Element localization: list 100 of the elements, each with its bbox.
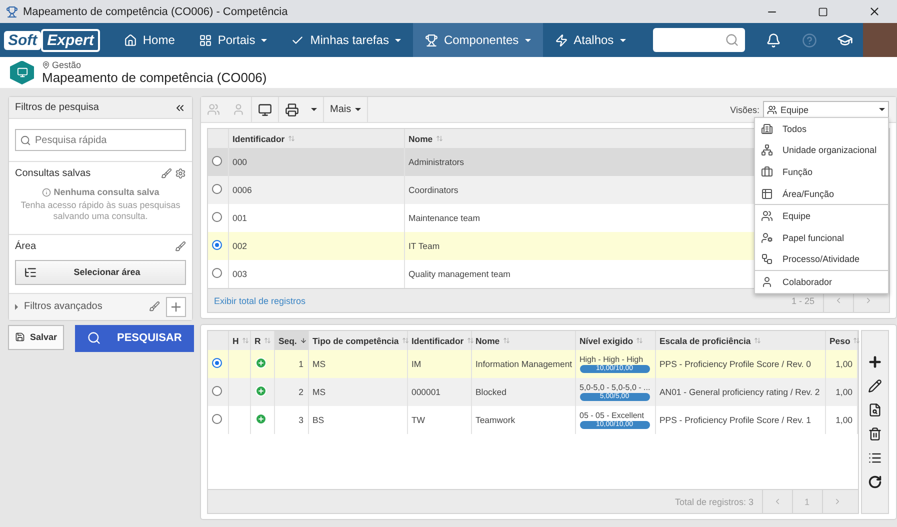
page-range: 1 - 25 <box>790 296 816 306</box>
maximize-icon[interactable] <box>818 6 828 16</box>
column-header[interactable]: Identificador <box>232 134 285 144</box>
search-icon <box>725 33 739 47</box>
building-icon <box>760 122 772 135</box>
menu-item[interactable]: Função <box>782 166 813 177</box>
brush-icon[interactable] <box>149 301 160 312</box>
add-circle-icon[interactable] <box>254 357 266 369</box>
brush-icon[interactable] <box>175 240 186 252</box>
menu-item[interactable]: Unidade organizacional <box>782 145 877 156</box>
table-cell: 1,00 <box>825 406 857 434</box>
table-icon <box>760 188 772 200</box>
users-icon <box>766 104 776 114</box>
radio-button[interactable] <box>212 414 222 424</box>
radio-button[interactable] <box>212 212 222 222</box>
caret-icon <box>878 108 884 111</box>
nav-item[interactable]: Atalhos <box>542 23 638 57</box>
caret-icon <box>261 38 268 42</box>
workflow-icon <box>760 253 772 266</box>
caret-icon[interactable] <box>311 108 317 111</box>
menu-item[interactable]: Colaborador <box>782 276 832 287</box>
brush-icon[interactable] <box>161 168 172 179</box>
views-label: Visões: <box>730 104 760 114</box>
search-icon <box>87 331 101 346</box>
empty-title: Nenhuma consulta salva <box>54 187 160 197</box>
menu-item[interactable]: Área/Função <box>782 188 834 199</box>
views-select[interactable]: Equipe <box>762 101 888 118</box>
pin-icon <box>42 61 50 69</box>
add-circle-icon[interactable] <box>254 385 266 397</box>
radio-button[interactable] <box>212 358 222 368</box>
radio-button[interactable] <box>212 268 222 278</box>
delete-icon[interactable] <box>868 427 882 441</box>
users-icon <box>760 210 772 222</box>
expand-icon[interactable] <box>15 304 18 310</box>
column-header[interactable]: Escala de proficiência <box>655 331 825 350</box>
menu-item[interactable]: Todos <box>782 124 807 134</box>
table-cell: 3 <box>274 406 308 434</box>
lightning-icon <box>554 34 568 46</box>
table-cell: Teamwork <box>471 406 575 434</box>
logo[interactable]: Soft Expert <box>4 23 100 57</box>
list-icon[interactable] <box>868 451 882 465</box>
column-header[interactable]: Identificador <box>407 331 471 350</box>
total-records: Total de registros: 3 <box>674 496 754 506</box>
column-header[interactable]: Tipo de competência <box>308 331 407 350</box>
file-search-icon[interactable] <box>868 403 882 417</box>
more-menu[interactable]: Mais <box>324 97 368 122</box>
column-header[interactable]: H <box>228 331 250 350</box>
panel-title: Filtros de pesquisa <box>15 102 99 113</box>
menu-item[interactable]: Papel funcional <box>782 232 844 243</box>
edit-icon[interactable] <box>868 379 882 393</box>
search-icon <box>20 134 31 146</box>
save-button[interactable]: Salvar <box>8 324 64 350</box>
graduation-cap-icon[interactable] <box>837 32 853 48</box>
breadcrumb[interactable]: Gestão <box>52 60 82 70</box>
add-icon[interactable] <box>866 354 882 370</box>
section-title: Consultas salvas <box>15 168 91 179</box>
sort-down-icon[interactable] <box>300 337 307 344</box>
radio-button[interactable] <box>212 386 222 396</box>
window-title: Mapeamento de competência (CO006) - Competência <box>23 6 289 18</box>
checkmark-icon <box>291 34 304 46</box>
search-field[interactable] <box>653 28 745 52</box>
column-header[interactable]: Nome <box>471 331 575 350</box>
column-header[interactable]: R <box>250 331 274 350</box>
home-icon <box>124 34 137 46</box>
search-button[interactable]: PESQUISAR <box>75 324 194 352</box>
bell-icon[interactable] <box>766 32 780 48</box>
print-icon[interactable] <box>285 102 299 116</box>
radio-button[interactable] <box>212 184 222 194</box>
radio-button[interactable] <box>212 240 222 250</box>
radio-button[interactable] <box>212 156 222 166</box>
column-header[interactable]: Seq. <box>274 331 308 350</box>
add-button[interactable] <box>166 296 186 317</box>
caret-icon <box>524 38 531 42</box>
monitor-icon[interactable] <box>258 102 272 116</box>
add-circle-icon[interactable] <box>254 413 266 425</box>
menu-item[interactable]: Equipe <box>782 211 811 222</box>
settings-icon[interactable] <box>175 168 186 179</box>
select-area-button[interactable]: Selecionar área <box>15 260 186 285</box>
column-header[interactable]: Peso <box>825 331 857 350</box>
table-cell: BS <box>308 406 407 434</box>
hierarchy-icon <box>760 144 772 156</box>
trophy-icon <box>424 34 438 46</box>
column-header[interactable]: Nome <box>408 134 433 144</box>
refresh-icon[interactable] <box>868 475 882 489</box>
close-icon[interactable] <box>868 5 880 18</box>
nav-item[interactable]: Componentes <box>412 23 543 57</box>
user-gear-icon <box>760 232 772 244</box>
caret-icon <box>620 38 626 42</box>
tree-icon <box>24 266 37 279</box>
caret-icon <box>355 108 362 111</box>
table-cell: TW <box>407 406 471 434</box>
module-icon <box>10 60 34 84</box>
nav-item[interactable]: Portais <box>186 23 280 57</box>
nav-item[interactable]: Home <box>112 23 187 57</box>
user-icon <box>760 276 772 288</box>
info-icon <box>42 188 51 196</box>
column-header[interactable]: Nível exigido <box>575 331 655 350</box>
level-text: 5,0-5,0 - 5,0-5,0 - ... <box>580 383 650 392</box>
quick-search-field[interactable]: Pesquisa rápida <box>15 129 186 151</box>
nav-item[interactable]: Minhas tarefas <box>279 23 413 57</box>
